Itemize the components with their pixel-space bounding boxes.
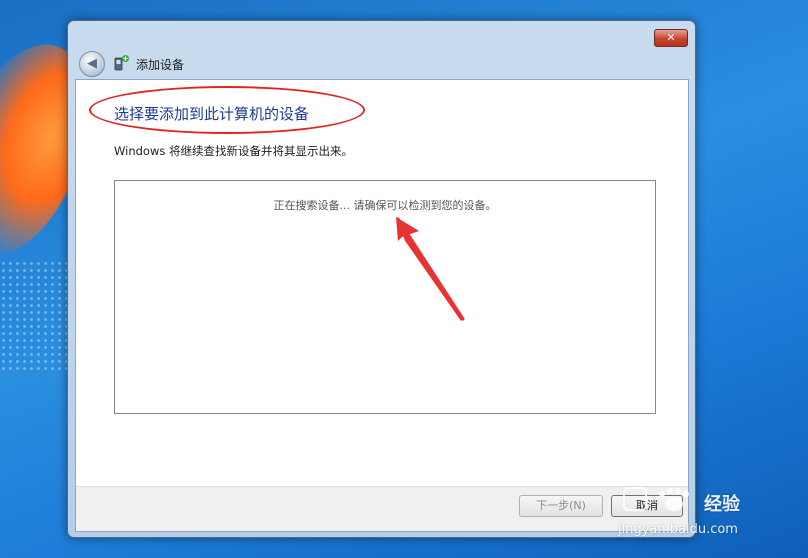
window-title: 添加设备 (136, 58, 185, 72)
baidu-paw-logo (623, 487, 689, 511)
baidu-watermark: 经验 jingyan.baidu.com (616, 478, 796, 548)
next-button[interactable]: 下一步(N) (519, 495, 603, 517)
wizard-footer: 下一步(N) 取消 (76, 486, 688, 531)
device-list[interactable]: 正在搜索设备... 请确保可以检测到您的设备。 (114, 180, 656, 414)
page-title: 选择要添加到此计算机的设备 (114, 105, 310, 123)
add-device-window: ✕ ◀ 添加设备 选择要添加到此计算机的设备 Windows 将继续查找新设备并… (67, 20, 696, 538)
close-icon: ✕ (666, 31, 676, 44)
back-button[interactable]: ◀ (79, 51, 105, 77)
watermark-brand: 经验 (704, 494, 740, 515)
watermark-url: jingyan.baidu.com (618, 522, 738, 537)
add-device-icon (114, 55, 129, 71)
back-arrow-icon: ◀ (87, 56, 97, 71)
page-subtitle: Windows 将继续查找新设备并将其显示出来。 (114, 144, 353, 158)
navigation-bar: ◀ 添加设备 (76, 51, 676, 79)
close-button[interactable]: ✕ (654, 29, 688, 47)
wizard-content: 选择要添加到此计算机的设备 Windows 将继续查找新设备并将其显示出来。 正… (75, 79, 689, 532)
annotation-arrow (396, 217, 465, 321)
